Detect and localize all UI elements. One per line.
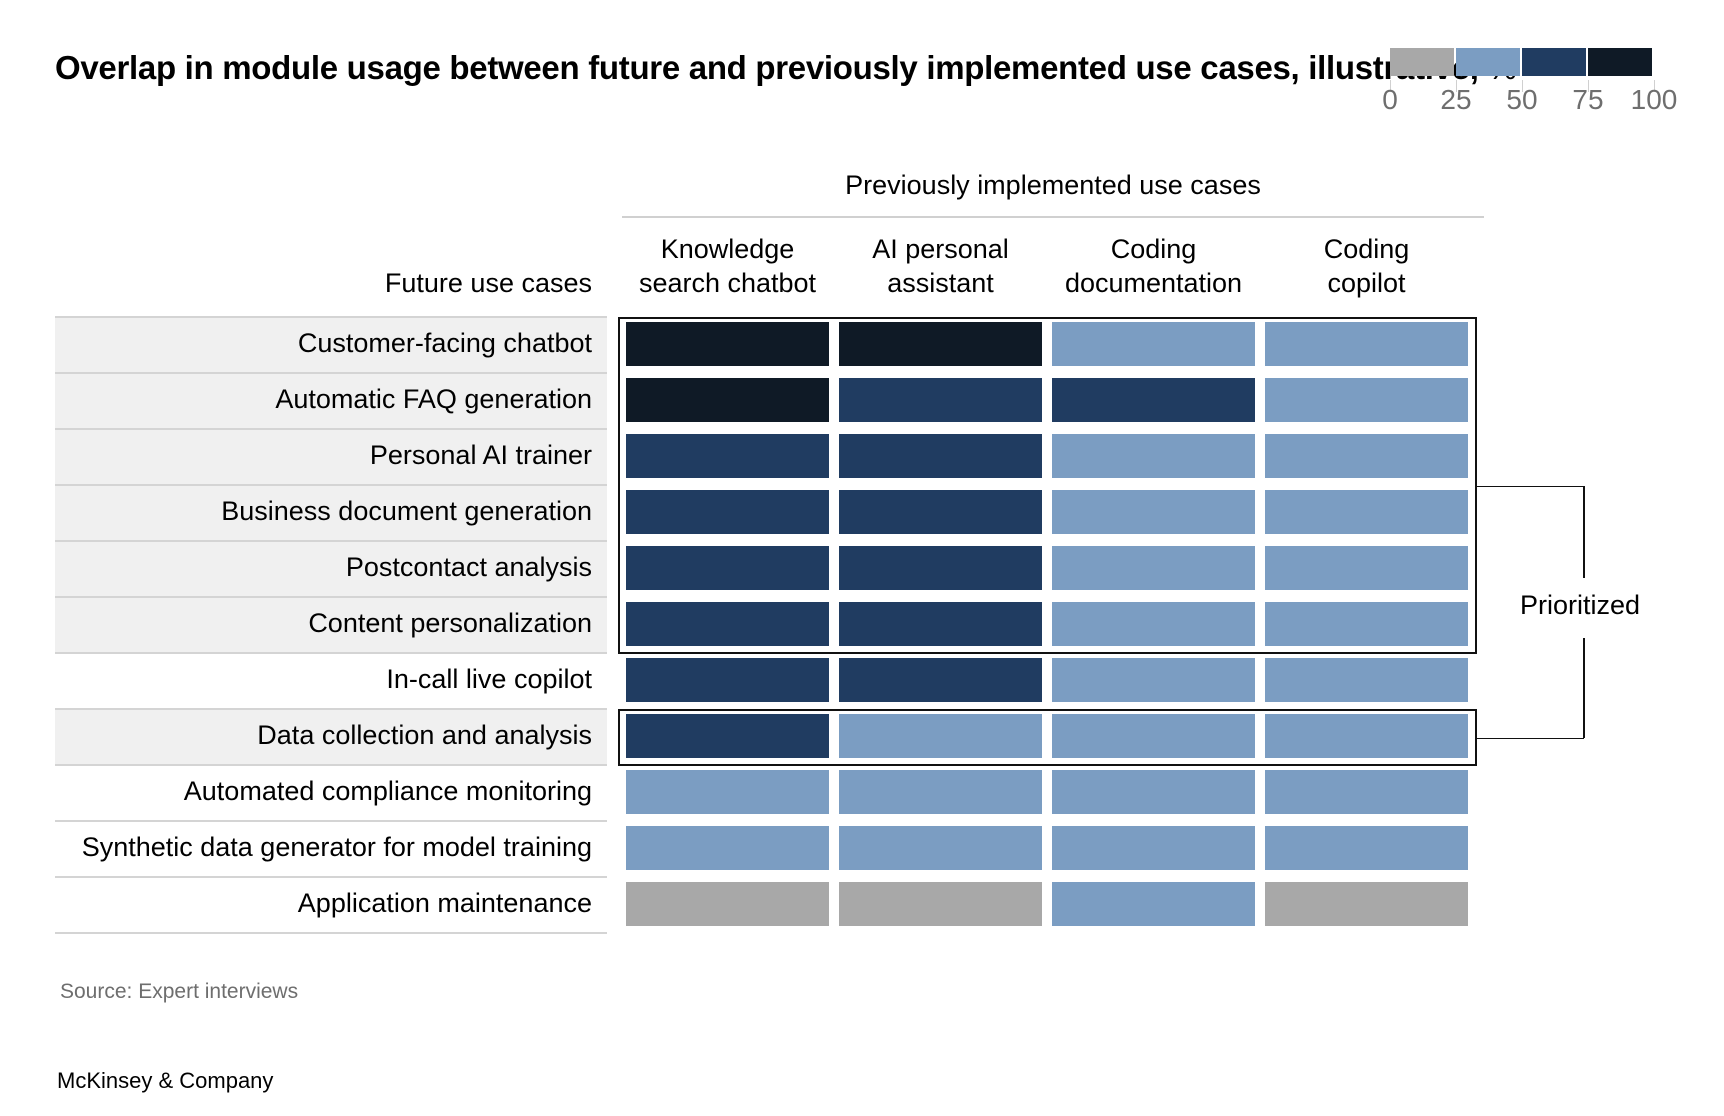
row-group-title: Future use cases [384,268,592,298]
column-header-line2: search chatbot [638,268,817,298]
bracket-stem-lower [1583,638,1585,738]
legend-bar [1390,48,1654,76]
heatmap-cell [626,826,829,870]
row-label: Automated compliance monitoring [183,776,592,806]
heatmap-cell [1265,658,1468,702]
row-label: Personal AI trainer [369,440,592,470]
column-header-line1: AI personal [872,234,1009,264]
row-label-band: Automatic FAQ generation [55,372,607,428]
heatmap-cell [839,770,1042,814]
row-label-band: Synthetic data generator for model train… [55,820,607,876]
row-label-band: In-call live copilot [55,652,607,708]
row-label-band: Automated compliance monitoring [55,764,607,820]
legend-swatch [1588,48,1652,76]
heatmap-cell [626,882,829,926]
prioritized-annotation: Prioritized [1520,590,1641,620]
prioritized-frame [618,317,1477,654]
heatmap-cell [626,658,829,702]
row-label-band: Postcontact analysis [55,540,607,596]
heatmap-cell [1265,826,1468,870]
legend-swatch [1456,48,1520,76]
heatmap-cell [1265,770,1468,814]
column-group-title: Previously implemented use cases [845,170,1261,200]
legend-swatch [1522,48,1586,76]
brand-logo: McKinsey & Company [57,1068,274,1093]
legend-tick-label: 75 [1572,84,1604,115]
column-header: AI personal assistant [833,232,1048,300]
bracket-arm [1477,485,1584,487]
column-group-rule [622,216,1484,218]
row-label: Automatic FAQ generation [275,384,592,414]
column-header-line2: copilot [1327,268,1406,298]
legend-tick-label: 25 [1440,84,1472,115]
column-header: Knowledge search chatbot [620,232,835,300]
heatmap-cell [839,826,1042,870]
row-label: Data collection and analysis [257,720,592,750]
chart-title-text: Overlap in module usage between future a… [55,49,1479,86]
heatmap-cell [839,882,1042,926]
row-label: Application maintenance [297,888,592,918]
prioritized-frame [618,709,1477,766]
heatmap-cell [1265,882,1468,926]
table-bottom-rule [55,932,607,934]
legend-tick-label: 0 [1382,84,1398,115]
column-header: Coding documentation [1046,232,1261,300]
bracket-stem-upper [1583,485,1585,578]
bracket-arm [1477,737,1584,739]
legend-tick-label: 100 [1630,84,1678,115]
heatmap-cell [1052,658,1255,702]
column-header-line2: assistant [887,268,994,298]
heatmap-cell [1052,770,1255,814]
row-label-band: Personal AI trainer [55,428,607,484]
row-label-band: Business document generation [55,484,607,540]
heatmap-cell [626,770,829,814]
heatmap-cell [839,658,1042,702]
column-header-line1: Knowledge [660,234,795,264]
row-label: Content personalization [308,608,592,638]
legend-swatch [1390,48,1454,76]
row-label: Postcontact analysis [345,552,592,582]
row-label: Customer-facing chatbot [297,328,592,358]
column-header-line2: documentation [1064,268,1243,298]
row-label-band: Content personalization [55,596,607,652]
row-label: In-call live copilot [386,664,592,694]
row-label: Synthetic data generator for model train… [81,832,592,862]
heatmap-cell [1052,826,1255,870]
column-header-line1: Coding [1323,234,1410,264]
color-legend: 0 25 50 75 100 [1382,48,1677,116]
row-label-band: Data collection and analysis [55,708,607,764]
heatmap-cell [1052,882,1255,926]
row-label-band: Customer-facing chatbot [55,316,607,372]
row-label-band: Application maintenance [55,876,607,932]
column-header: Coding copilot [1259,232,1474,300]
legend-ticks: 0 25 50 75 100 [1382,76,1677,116]
column-header-line1: Coding [1110,234,1197,264]
source-note: Source: Expert interviews [60,980,299,1003]
legend-tick-label: 50 [1506,84,1538,115]
chart-title: Overlap in module usage between future a… [55,48,1517,88]
row-label: Business document generation [221,496,592,526]
